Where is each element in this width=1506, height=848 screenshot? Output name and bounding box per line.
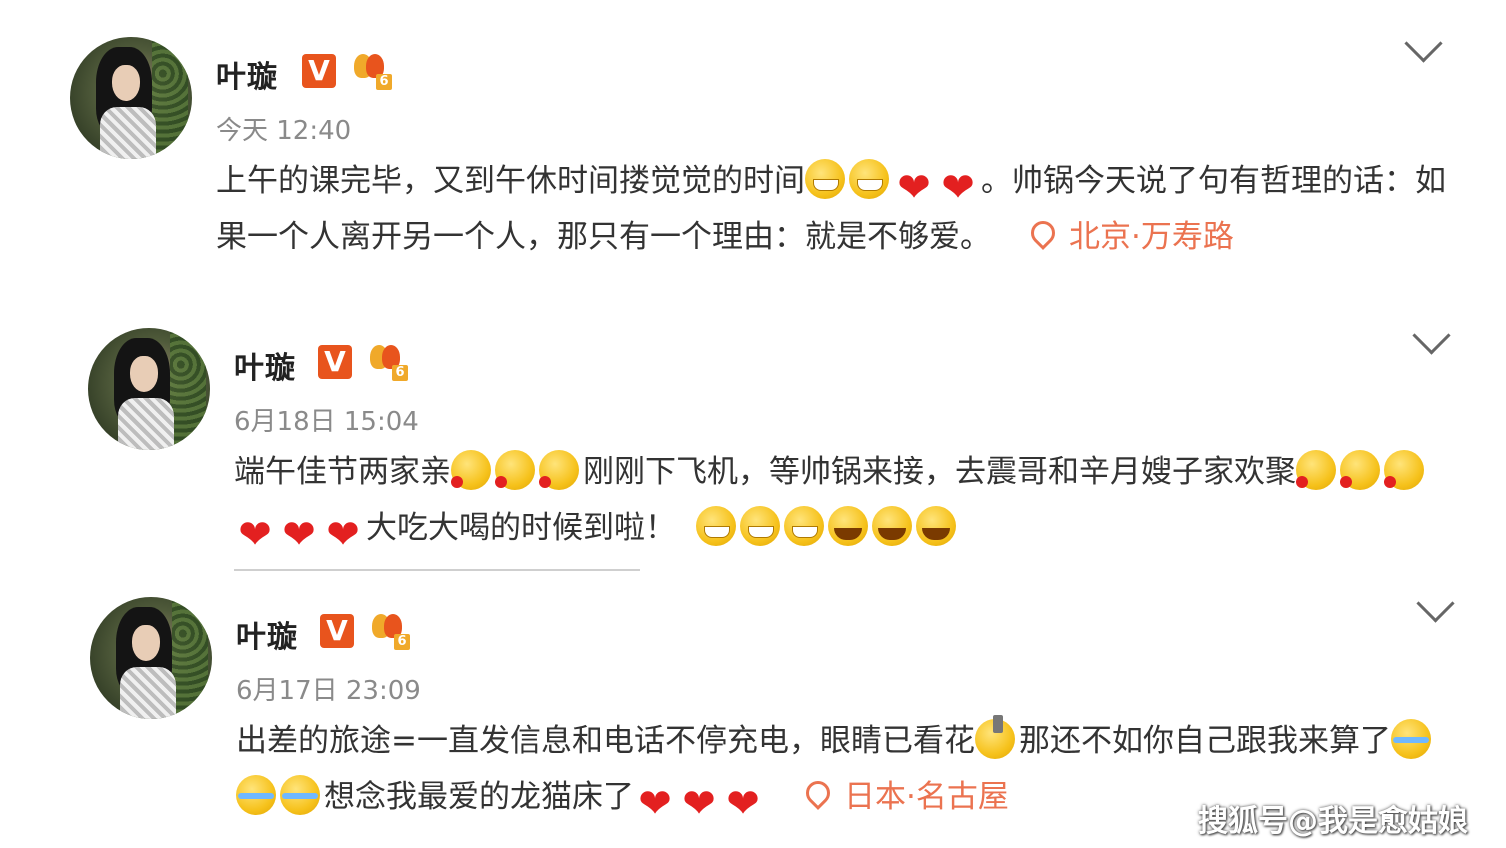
- heart-icon: ❤: [326, 512, 360, 558]
- laugh-cry-emoji-icon: [1390, 719, 1431, 759]
- level-badge-icon: 6: [368, 343, 408, 381]
- avatar[interactable]: [88, 328, 210, 450]
- location-pin-icon: [801, 776, 835, 810]
- heart-icon: ❤: [282, 512, 316, 558]
- post-time[interactable]: 6月17日 23:09: [236, 670, 421, 707]
- chevron-down-icon[interactable]: [1404, 24, 1443, 63]
- username[interactable]: 叶璇: [234, 343, 296, 387]
- weibo-post: 叶璇 V 6 今天 12:40 上午的课完毕，又到午休时间搂觉觉的时间 ❤ ❤ 。帅锅…: [0, 0, 1506, 320]
- laugh-emoji-icon: [872, 506, 912, 546]
- heart-icon: ❤: [638, 781, 672, 827]
- kiss-emoji-icon: [539, 450, 579, 490]
- smile-emoji-icon: [849, 159, 889, 199]
- divider: [234, 569, 640, 571]
- heart-icon: ❤: [897, 165, 931, 211]
- laugh-cry-emoji-icon: [280, 775, 320, 815]
- location-pin-icon: [1026, 216, 1060, 250]
- chevron-down-icon[interactable]: [1412, 316, 1451, 355]
- location-link[interactable]: 日本·名古屋: [844, 779, 1009, 815]
- level-badge-icon: 6: [352, 52, 392, 90]
- heart-icon: ❤: [941, 165, 975, 211]
- post-text: 端午佳节两家亲 刚刚下飞机，等帅锅来接，去震哥和辛月嫂子家欢聚❤ ❤ ❤ 大吃大喝的时候…: [234, 444, 1454, 556]
- post-text: 上午的课完毕，又到午休时间搂觉觉的时间 ❤ ❤ 。帅锅今天说了句有哲理的话：如果一个人…: [216, 153, 1446, 265]
- username[interactable]: 叶璇: [216, 52, 278, 96]
- avatar[interactable]: [70, 37, 192, 159]
- kiss-emoji-icon: [495, 450, 535, 490]
- heart-icon: ❤: [238, 512, 272, 558]
- heart-icon: ❤: [682, 781, 716, 827]
- kiss-emoji-icon: [1340, 450, 1380, 490]
- heart-icon: ❤: [726, 781, 760, 827]
- verified-v-badge: V: [302, 54, 336, 88]
- laugh-emoji-icon: [828, 506, 868, 546]
- username[interactable]: 叶璇: [236, 612, 298, 656]
- verified-v-badge: V: [318, 345, 352, 379]
- post-time[interactable]: 6月18日 15:04: [234, 401, 419, 438]
- watermark: 搜狐号@我是愈姑娘: [1198, 804, 1468, 839]
- kiss-emoji-icon: [1384, 450, 1424, 490]
- grin-emoji-icon: [740, 506, 780, 546]
- location-link[interactable]: 北京·万寿路: [1069, 219, 1234, 255]
- laugh-emoji-icon: [916, 506, 956, 546]
- laugh-cry-emoji-icon: [236, 775, 276, 815]
- grin-emoji-icon: [696, 506, 736, 546]
- kiss-emoji-icon: [451, 450, 491, 490]
- avatar[interactable]: [90, 597, 212, 719]
- level-badge-icon: 6: [370, 612, 410, 650]
- kiss-emoji-icon: [1296, 450, 1336, 490]
- hammer-emoji-icon: [974, 715, 1015, 759]
- chevron-down-icon[interactable]: [1416, 584, 1455, 623]
- smile-emoji-icon: [805, 159, 845, 199]
- grin-emoji-icon: [784, 506, 824, 546]
- post-time[interactable]: 今天 12:40: [216, 110, 351, 147]
- verified-v-badge: V: [320, 614, 354, 648]
